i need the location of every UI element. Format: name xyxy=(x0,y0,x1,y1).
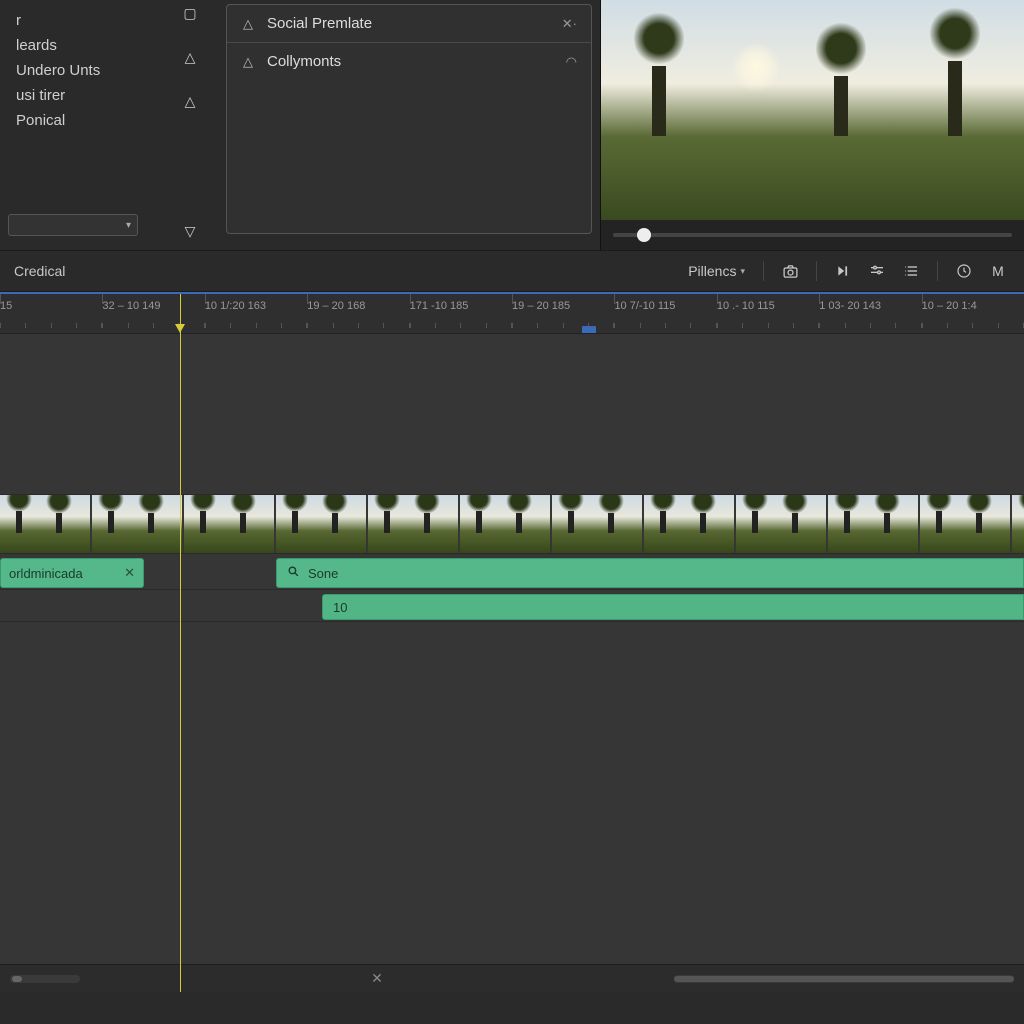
separator xyxy=(937,261,938,281)
sidebar-dropdown[interactable]: ▾ xyxy=(8,214,138,236)
zoom-scrollbar[interactable] xyxy=(10,975,80,983)
audio-clip[interactable]: 10 xyxy=(322,594,1024,620)
scrollbar-thumb[interactable] xyxy=(674,976,1014,982)
sidebar-item[interactable]: Undero Unts xyxy=(8,58,160,83)
ruler-mark: 171 -10 185 xyxy=(410,294,512,333)
sequence-tab[interactable]: Credical xyxy=(14,263,65,279)
preview-scrubber xyxy=(601,220,1024,250)
ruler-mark: 10 – 20 1:4 xyxy=(922,294,1024,333)
warning-triangle-icon: △ xyxy=(241,16,255,32)
time-ruler[interactable]: 15 32 – 10 149 10 1/:20 163 19 – 20 168 … xyxy=(0,294,1024,334)
preset-row-social[interactable]: △ Social Premlate ✕· xyxy=(227,5,591,43)
clip-label: orldminicada xyxy=(9,566,83,581)
clip-thumbnail[interactable] xyxy=(644,495,734,554)
sidebar-item[interactable]: usi tirer xyxy=(8,83,160,108)
video-track[interactable] xyxy=(0,494,1024,554)
audio-track-2[interactable]: 10 xyxy=(0,592,1024,622)
audio-track-1[interactable]: orldminicada ✕ Sone xyxy=(0,556,1024,590)
clip-label: 10 xyxy=(333,600,347,615)
scrollbar-thumb[interactable] xyxy=(12,976,22,982)
scene-tree xyxy=(948,61,962,136)
clip-thumbnail[interactable] xyxy=(736,495,826,554)
preview-monitor xyxy=(600,0,1024,250)
timeline-panel: 15 32 – 10 149 10 1/:20 163 19 – 20 168 … xyxy=(0,292,1024,992)
clip-thumbnail[interactable] xyxy=(92,495,182,554)
dropdown-label: Pillencs xyxy=(688,263,736,279)
clip-thumbnail[interactable] xyxy=(1012,495,1024,554)
ruler-mark: 1 03- 20 143 xyxy=(819,294,921,333)
clip-thumbnail[interactable] xyxy=(460,495,550,554)
audio-clip[interactable]: orldminicada ✕ xyxy=(0,558,144,588)
preset-action-icon[interactable]: ✕· xyxy=(562,16,577,32)
camera-icon[interactable] xyxy=(778,259,802,283)
preview-video[interactable] xyxy=(601,0,1024,220)
sidebar-item[interactable]: Ponical xyxy=(8,108,160,133)
chevron-down-icon: ▾ xyxy=(126,220,131,231)
list-icon[interactable] xyxy=(899,259,923,283)
project-sidebar: r leards Undero Unts usi tirer Ponical ▾ xyxy=(0,0,160,250)
clip-thumbnail[interactable] xyxy=(920,495,1010,554)
in-out-marker[interactable] xyxy=(582,326,596,334)
warning-triangle-icon[interactable]: △ xyxy=(181,48,199,66)
separator xyxy=(763,261,764,281)
tracks-area: orldminicada ✕ Sone 10 xyxy=(0,334,1024,964)
ruler-mark: 10 1/:20 163 xyxy=(205,294,307,333)
panel-icon-strip: ▢ △ △ ▽ xyxy=(160,0,220,250)
preset-row-colly[interactable]: △ Collymonts ◠ xyxy=(227,43,591,80)
clip-thumbnail[interactable] xyxy=(184,495,274,554)
sidebar-item[interactable]: leards xyxy=(8,33,160,58)
triangle-outline-icon[interactable]: △ xyxy=(181,92,199,110)
ruler-mark: 10 7/-10 115 xyxy=(614,294,716,333)
timeline-bottom-bar: ✕ xyxy=(0,964,1024,992)
audio-clip[interactable]: Sone xyxy=(276,558,1024,588)
triangle-down-icon[interactable]: ▽ xyxy=(181,222,199,240)
scrub-track[interactable] xyxy=(613,233,1012,237)
timeline-toolbar: Credical Pillencs ▾ M xyxy=(0,250,1024,292)
ruler-mark: 19 – 20 168 xyxy=(307,294,409,333)
preview-frame xyxy=(601,0,1024,220)
chevron-down-icon: ▾ xyxy=(740,266,745,277)
clip-thumbnail[interactable] xyxy=(276,495,366,554)
toolbar-dropdown[interactable]: Pillencs ▾ xyxy=(684,261,749,281)
clock-icon[interactable] xyxy=(952,259,976,283)
preset-expand-icon[interactable]: ◠ xyxy=(566,54,577,70)
close-icon[interactable]: ✕ xyxy=(371,970,383,987)
clip-thumbnail[interactable] xyxy=(368,495,458,554)
clip-thumbnail[interactable] xyxy=(552,495,642,554)
preset-label: Social Premlate xyxy=(267,15,550,32)
preset-label: Collymonts xyxy=(267,53,554,70)
square-icon[interactable]: ▢ xyxy=(181,4,199,22)
horizontal-scrollbar[interactable] xyxy=(674,975,1014,983)
scrub-handle[interactable] xyxy=(637,228,651,242)
search-icon xyxy=(287,565,300,581)
clip-label: Sone xyxy=(308,566,338,581)
ruler-mark: 10 .- 10 115 xyxy=(717,294,819,333)
playhead[interactable] xyxy=(180,294,181,992)
sidebar-item[interactable]: r xyxy=(8,8,160,33)
close-icon[interactable]: ✕ xyxy=(124,565,135,581)
ruler-mark: 19 – 20 185 xyxy=(512,294,614,333)
preset-card: △ Social Premlate ✕· △ Collymonts ◠ xyxy=(226,4,592,234)
toolbar-right-label[interactable]: M xyxy=(986,259,1010,283)
presets-panel: △ Social Premlate ✕· △ Collymonts ◠ xyxy=(220,0,600,250)
clip-thumbnail[interactable] xyxy=(0,495,90,554)
skip-forward-icon[interactable] xyxy=(831,259,855,283)
sidebar-item-list: r leards Undero Unts usi tirer Ponical xyxy=(8,8,160,214)
sliders-icon[interactable] xyxy=(865,259,889,283)
clip-thumbnail[interactable] xyxy=(828,495,918,554)
ruler-mark: 32 – 10 149 xyxy=(102,294,204,333)
ruler-mark: 15 xyxy=(0,294,102,333)
triangle-outline-icon: △ xyxy=(241,54,255,70)
separator xyxy=(816,261,817,281)
scene-sun xyxy=(731,42,781,92)
scene-tree xyxy=(834,76,848,136)
scene-tree xyxy=(652,66,666,136)
